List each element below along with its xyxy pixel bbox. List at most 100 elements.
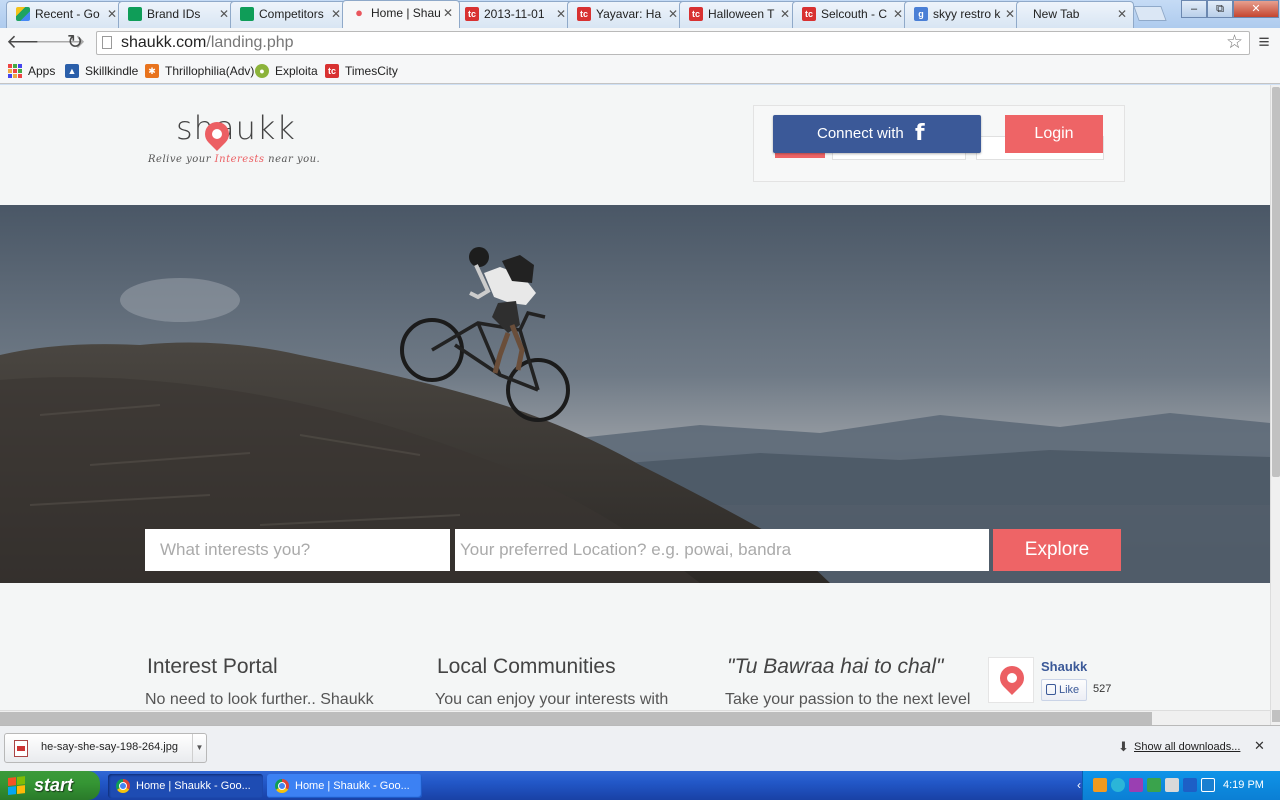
scrollbar-thumb[interactable]: [0, 712, 1152, 725]
tab-selcouth[interactable]: tc Selcouth - C ✕: [792, 1, 910, 28]
tab-close-icon[interactable]: ✕: [331, 2, 341, 26]
show-all-downloads-link[interactable]: ⬇ Show all downloads...: [1118, 739, 1240, 754]
tab-label: Yayavar: Ha: [596, 7, 662, 21]
login-button[interactable]: Login: [1005, 115, 1103, 153]
download-item[interactable]: he-say-she-say-198-264.jpg ▼: [4, 733, 207, 763]
bookmark-skillkindle[interactable]: ▲ Skillkindle: [65, 62, 138, 80]
tray-app-icon[interactable]: [1147, 778, 1161, 792]
scrollbar-arrow[interactable]: [1272, 710, 1280, 722]
address-bar[interactable]: shaukk.com/landing.php ☆: [96, 31, 1250, 55]
connect-with-facebook-button[interactable]: Connect with f: [773, 115, 981, 153]
tagline-highlight: Interests: [214, 154, 265, 165]
taskbar-item-label: Home | Shaukk - Goo...: [136, 780, 251, 792]
url-path: /landing.php: [206, 34, 294, 51]
tab-2013-11-01[interactable]: tc 2013-11-01 ✕: [455, 1, 573, 28]
bookmark-timescity[interactable]: tc TimesCity: [325, 62, 398, 80]
tab-label: Selcouth - C: [821, 7, 888, 21]
minimize-button[interactable]: –: [1181, 0, 1207, 18]
bookmark-apps[interactable]: Apps: [8, 62, 55, 80]
shaukk-page-avatar[interactable]: [988, 657, 1034, 703]
tab-skyy-restro[interactable]: g skyy restro k ✕: [904, 1, 1022, 28]
timescity-icon: tc: [465, 7, 479, 21]
scrollbar-thumb[interactable]: [1272, 87, 1280, 477]
tagline-after: near you.: [264, 154, 321, 165]
tab-competitors[interactable]: Competitors ✕: [230, 1, 348, 28]
tab-yayavar[interactable]: tc Yayavar: Ha ✕: [567, 1, 685, 28]
vertical-scrollbar[interactable]: [1270, 85, 1280, 725]
location-pin-icon: [995, 661, 1029, 695]
tray-app-icon[interactable]: [1183, 778, 1197, 792]
bookmark-label: Exploita: [275, 64, 318, 78]
google-sheets-icon: [128, 7, 142, 21]
tab-close-icon[interactable]: ✕: [780, 2, 790, 26]
apps-grid-icon: [8, 64, 22, 78]
tab-close-icon[interactable]: ✕: [219, 2, 229, 26]
close-window-button[interactable]: ✕: [1233, 0, 1279, 18]
back-button[interactable]: 🡐: [6, 32, 57, 54]
download-arrow-icon: ⬇: [1118, 739, 1129, 754]
restore-button[interactable]: ⧉: [1207, 0, 1233, 18]
tray-app-icon[interactable]: [1201, 778, 1215, 792]
download-shelf: he-say-she-say-198-264.jpg ▼ ⬇ Show all …: [0, 725, 1280, 771]
bookmark-label: Apps: [28, 64, 56, 78]
tab-halloween[interactable]: tc Halloween T ✕: [679, 1, 797, 28]
tab-brand-ids[interactable]: Brand IDs ✕: [118, 1, 236, 28]
bookmarks-bar: Apps ▲ Skillkindle ✱ Thrillophilia(Adv) …: [0, 58, 1280, 84]
tab-recent[interactable]: Recent - Go ✕: [6, 1, 124, 28]
taskbar-item-chrome-2[interactable]: Home | Shaukk - Goo...: [267, 774, 422, 798]
google-drive-icon: [16, 7, 30, 21]
taskbar-clock[interactable]: 4:19 PM: [1223, 771, 1264, 800]
tray-network-icon[interactable]: [1111, 778, 1125, 792]
tray-app-icon[interactable]: [1093, 778, 1107, 792]
bookmark-label: Skillkindle: [85, 64, 139, 78]
tab-close-icon[interactable]: ✕: [556, 2, 566, 26]
tray-expand-icon[interactable]: ‹: [1077, 778, 1087, 792]
tray-app-icon[interactable]: [1129, 778, 1143, 792]
chrome-icon: [275, 779, 289, 793]
tab-close-icon[interactable]: ✕: [1117, 2, 1127, 26]
page-icon: [102, 36, 112, 49]
tab-close-icon[interactable]: ✕: [893, 2, 903, 26]
chevron-down-icon[interactable]: ▼: [192, 734, 206, 762]
bookmark-label: Thrillophilia(Adv): [165, 64, 255, 78]
chrome-menu-icon[interactable]: ≡: [1254, 32, 1274, 54]
tab-label: Recent - Go: [35, 7, 100, 21]
url-text[interactable]: shaukk.com/landing.php: [121, 34, 294, 52]
tab-label: 2013-11-01: [484, 7, 545, 21]
tab-new-tab[interactable]: New Tab ✕: [1016, 1, 1134, 28]
tab-close-icon[interactable]: ✕: [107, 2, 117, 26]
exploita-icon: ●: [255, 64, 269, 78]
tab-strip: Recent - Go ✕ Brand IDs ✕ Competitors ✕ …: [0, 0, 1280, 28]
start-button[interactable]: start: [0, 771, 100, 800]
tab-close-icon[interactable]: ✕: [668, 2, 678, 26]
bookmark-star-icon[interactable]: ☆: [1226, 32, 1243, 54]
bookmark-thrillophilia[interactable]: ✱ Thrillophilia(Adv): [145, 62, 254, 80]
facebook-like-button[interactable]: Like: [1041, 679, 1087, 701]
interest-search-input[interactable]: What interests you?: [145, 529, 450, 571]
forward-button[interactable]: 🡒: [35, 32, 86, 54]
thrillophilia-icon: ✱: [145, 64, 159, 78]
reload-button[interactable]: ↻: [64, 32, 86, 54]
location-search-input[interactable]: Your preferred Location? e.g. powai, ban…: [455, 529, 989, 571]
shaukk-logo[interactable]: shaukk Relive your Interests near you.: [148, 109, 321, 179]
feature-title-local-communities: Local Communities: [437, 655, 616, 678]
feature-title-quote: "Tu Bawraa hai to chal": [727, 655, 944, 678]
explore-button[interactable]: Explore: [993, 529, 1121, 571]
horizontal-scrollbar[interactable]: [0, 710, 1270, 725]
tab-label: Halloween T: [708, 7, 775, 21]
tray-volume-icon[interactable]: [1165, 778, 1179, 792]
taskbar-item-label: Home | Shaukk - Goo...: [295, 780, 410, 792]
tab-home-shaukk[interactable]: ● Home | Shau ✕: [342, 0, 460, 28]
timescity-icon: tc: [689, 7, 703, 21]
facebook-page-name[interactable]: Shaukk: [1041, 659, 1087, 674]
tab-close-icon[interactable]: ✕: [1005, 2, 1015, 26]
new-tab-button[interactable]: [1133, 6, 1167, 21]
close-shelf-icon[interactable]: ✕: [1254, 738, 1265, 754]
google-icon: g: [914, 7, 928, 21]
tab-close-icon[interactable]: ✕: [443, 1, 453, 25]
download-file-name: he-say-she-say-198-264.jpg: [41, 741, 178, 753]
tab-label: New Tab: [1033, 7, 1080, 21]
taskbar-item-chrome-1[interactable]: Home | Shaukk - Goo...: [108, 774, 263, 798]
feature-text-quote: Take your passion to the next level: [725, 691, 971, 708]
bookmark-exploita[interactable]: ● Exploita: [255, 62, 318, 80]
